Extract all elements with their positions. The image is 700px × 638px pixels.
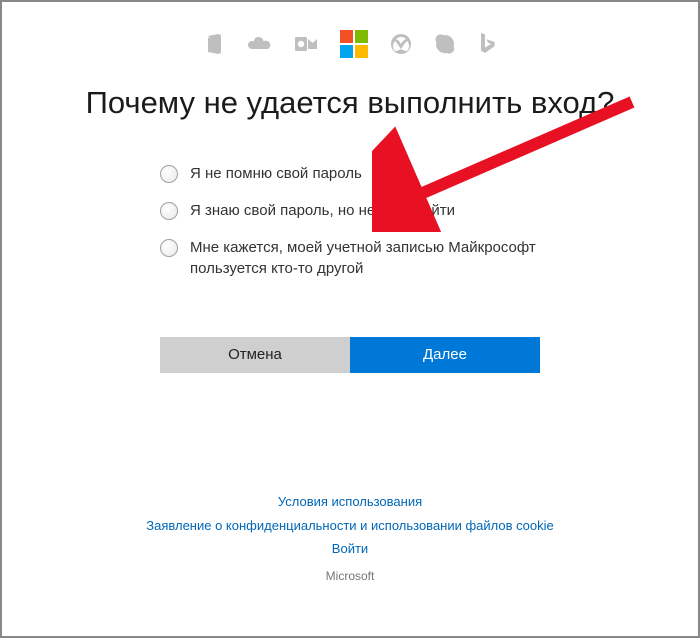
radio-icon[interactable] [160,239,178,257]
page-title: Почему не удается выполнить вход? [2,84,698,123]
terms-link[interactable]: Условия использования [278,494,422,509]
option-someone-else-using[interactable]: Мне кажется, моей учетной записью Майкро… [160,237,540,279]
outlook-icon [294,34,318,54]
footer: Условия использования Заявление о конфид… [2,490,698,588]
option-label: Я знаю свой пароль, но не могу войти [190,200,455,221]
service-icon-rail [2,2,698,60]
office-icon [204,33,224,55]
radio-icon[interactable] [160,202,178,220]
bing-icon [478,32,496,56]
privacy-link[interactable]: Заявление о конфиденциальности и использ… [146,518,553,533]
onedrive-icon [246,35,272,53]
cancel-button[interactable]: Отмена [160,337,350,373]
option-know-password-cant-signin[interactable]: Я знаю свой пароль, но не могу войти [160,200,540,221]
footer-company: Microsoft [2,566,698,588]
signin-link[interactable]: Войти [332,541,368,556]
next-button[interactable]: Далее [350,337,540,373]
option-label: Я не помню свой пароль [190,163,362,184]
option-forgot-password[interactable]: Я не помню свой пароль [160,163,540,184]
button-row: Отмена Далее [160,337,540,373]
radio-icon[interactable] [160,165,178,183]
skype-icon [434,33,456,55]
microsoft-logo-icon [340,30,368,58]
option-label: Мне кажется, моей учетной записью Майкро… [190,237,540,279]
reason-options: Я не помню свой пароль Я знаю свой парол… [160,163,540,279]
xbox-icon [390,33,412,55]
